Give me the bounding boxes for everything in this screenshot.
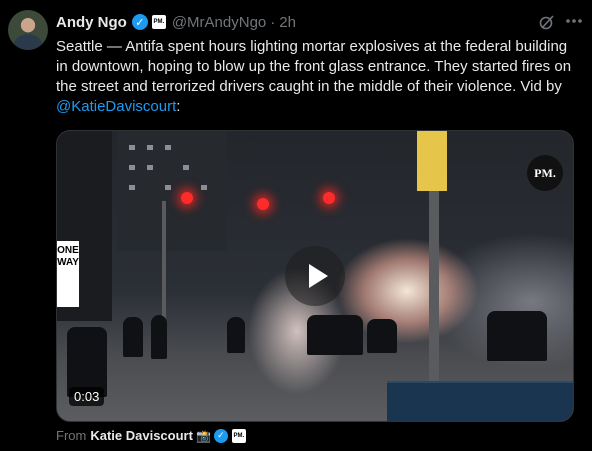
source-name[interactable]: Katie Daviscourt (90, 428, 193, 443)
timestamp[interactable]: 2h (279, 14, 296, 31)
camera-icon: 📸 (195, 428, 211, 443)
tweet-header: Andy Ngo ✓ PM. @MrAndyNgo · 2h (56, 12, 584, 32)
red-light (323, 192, 335, 204)
grok-icon[interactable] (538, 13, 556, 31)
person-silhouette (151, 315, 167, 359)
person-silhouette (367, 319, 397, 353)
from-label: From (56, 428, 87, 443)
play-icon[interactable] (285, 246, 345, 306)
author-handle[interactable]: @MrAndyNgo (172, 14, 266, 31)
video-building-mid (117, 131, 227, 251)
dumpster (387, 381, 573, 421)
affiliate-badge[interactable]: PM. (151, 15, 166, 29)
verified-check-icon: ✓ (131, 14, 148, 30)
mention-link[interactable]: @KatieDaviscourt (56, 98, 176, 115)
video-player[interactable]: ONE WAY PM. 0:03 (56, 130, 574, 422)
person-silhouette (123, 317, 143, 357)
video-source: From Katie Daviscourt 📸 ✓ PM. (56, 428, 252, 443)
red-light (257, 198, 269, 210)
street-sign (417, 131, 447, 191)
tweet-text-body: Seattle — Antifa spent hours lighting mo… (56, 38, 572, 95)
person-silhouette (227, 317, 245, 353)
affiliate-badge[interactable]: PM. (231, 428, 246, 443)
video-duration: 0:03 (69, 387, 105, 406)
tweet-text: Seattle — Antifa spent hours lighting mo… (56, 37, 580, 117)
tweet-text-suffix: : (176, 98, 181, 115)
pm-watermark: PM. (527, 155, 563, 191)
red-light (181, 192, 193, 204)
person-silhouette (307, 315, 363, 355)
light-pole (162, 201, 166, 321)
author-name[interactable]: Andy Ngo (56, 14, 127, 31)
author-avatar[interactable] (8, 10, 48, 50)
more-horizontal-icon[interactable] (564, 11, 584, 31)
separator-dot: · (270, 13, 276, 31)
one-way-sign: ONE WAY (57, 241, 79, 307)
person-silhouette (487, 311, 547, 361)
verified-check-icon: ✓ (213, 428, 228, 443)
